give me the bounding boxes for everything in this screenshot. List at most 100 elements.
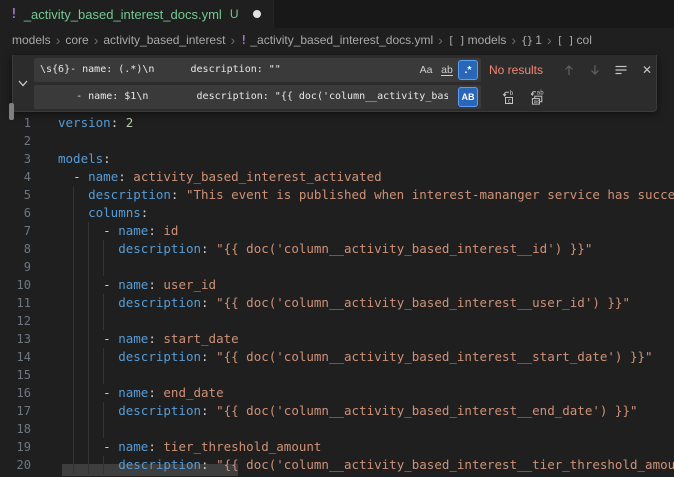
close-find-widget-button[interactable]: ✕ <box>635 58 659 82</box>
indent-guide <box>73 420 74 438</box>
line-number: 9 <box>0 258 31 276</box>
indent-guide <box>103 240 104 258</box>
breadcrumb-item-models[interactable]: [ ]models <box>448 33 507 47</box>
code-line-4[interactable]: - name: activity_based_interest_activate… <box>58 168 674 186</box>
code-line-14[interactable]: description: "{{ doc('column__activity_b… <box>58 348 674 366</box>
line-number: 4 <box>0 168 31 186</box>
chevron-down-icon <box>17 77 29 89</box>
line-number: 8 <box>0 240 31 258</box>
line-number: 18 <box>0 420 31 438</box>
code-line-7[interactable]: - name: id <box>58 222 674 240</box>
previous-match-button[interactable] <box>557 58 581 82</box>
code-line-8[interactable]: description: "{{ doc('column__activity_b… <box>58 240 674 258</box>
breadcrumb-item-col[interactable]: [ ]col <box>557 33 592 47</box>
code-line-2[interactable] <box>58 132 674 150</box>
svg-text:c: c <box>508 98 512 105</box>
token-punc: : <box>201 403 209 418</box>
token-key: name <box>118 439 148 454</box>
indent-guide <box>103 294 104 312</box>
token-str: activity_based_interest_activated <box>133 169 381 184</box>
indent-guide <box>103 258 104 276</box>
preserve-case-toggle[interactable]: AB <box>458 87 478 107</box>
code-line-6[interactable]: columns: <box>58 204 674 222</box>
find-widget-sash[interactable] <box>9 103 14 120</box>
code-line-15[interactable] <box>58 366 674 384</box>
indent-guide <box>88 420 89 438</box>
token-punc: : <box>148 331 156 346</box>
token-str: end_date <box>163 385 223 400</box>
breadcrumb-separator-icon: › <box>230 33 235 47</box>
breadcrumb-item-_activity_based_interest_docs.yml[interactable]: !_activity_based_interest_docs.yml <box>240 33 433 47</box>
find-input[interactable]: \s{6}- name: (.*)\n description: "" Aa a… <box>34 58 481 82</box>
match-case-toggle[interactable]: Aa <box>416 60 436 80</box>
indent-guide <box>73 456 74 474</box>
code-line-9[interactable] <box>58 258 674 276</box>
token-key: description <box>118 241 201 256</box>
code-line-1[interactable]: version: 2 <box>58 114 674 132</box>
code-line-20[interactable]: description: "{{ doc('column__activity_b… <box>58 456 674 474</box>
yaml-file-icon: ! <box>240 33 247 47</box>
line-number: 14 <box>0 348 31 366</box>
indent-guide <box>88 384 89 402</box>
unsaved-changes-dot[interactable] <box>253 10 261 18</box>
token-ws <box>209 403 217 418</box>
code-line-13[interactable]: - name: start_date <box>58 330 674 348</box>
token-punc: : <box>148 439 156 454</box>
indent-guide <box>103 420 104 438</box>
breadcrumb-separator-icon: › <box>511 33 516 47</box>
replace-icon: b c <box>501 89 517 105</box>
code-line-19[interactable]: - name: tier_threshold_amount <box>58 438 674 456</box>
code-line-12[interactable] <box>58 312 674 330</box>
tab-active-file[interactable]: ! _activity_based_interest_docs.yml U <box>0 0 274 28</box>
whole-word-toggle[interactable]: ab <box>437 60 457 80</box>
code-editor[interactable]: 1version: 223models:4 - name: activity_b… <box>0 52 674 477</box>
line-number: 17 <box>0 402 31 420</box>
code-line-5[interactable]: description: "This event is published wh… <box>58 186 674 204</box>
token-key: columns <box>88 205 141 220</box>
code-line-16[interactable]: - name: end_date <box>58 384 674 402</box>
code-line-11[interactable]: description: "{{ doc('column__activity_b… <box>58 294 674 312</box>
token-punc: : <box>148 223 156 238</box>
token-ws <box>58 385 103 400</box>
replace-all-button[interactable]: ab ac <box>525 85 549 109</box>
line-number: 19 <box>0 438 31 456</box>
breadcrumb-separator-icon: › <box>56 33 61 47</box>
breadcrumb-label: col <box>577 33 592 47</box>
regex-toggle[interactable]: .* <box>458 60 478 80</box>
token-punc: : <box>148 277 156 292</box>
token-key: description <box>118 349 201 364</box>
indent-guide <box>73 384 74 402</box>
find-in-selection-button[interactable] <box>609 58 633 82</box>
indent-guide <box>88 348 89 366</box>
indent-guide <box>88 438 89 456</box>
find-results-count: No results <box>489 58 543 82</box>
token-punc: - <box>103 331 118 346</box>
replace-button[interactable]: b c <box>497 85 521 109</box>
tab-filename: _activity_based_interest_docs.yml <box>24 7 222 22</box>
indent-guide <box>88 402 89 420</box>
svg-text:ab: ab <box>537 90 545 97</box>
token-key: name <box>88 169 118 184</box>
code-line-17[interactable]: description: "{{ doc('column__activity_b… <box>58 402 674 420</box>
indent-guide <box>73 240 74 258</box>
indent-guide <box>88 294 89 312</box>
token-key: models <box>58 151 103 166</box>
token-num: 2 <box>126 115 134 130</box>
token-ws <box>58 277 103 292</box>
breadcrumb-item-models[interactable]: models <box>12 33 51 47</box>
breadcrumb-item-1[interactable]: {}1 <box>521 33 542 47</box>
line-number: 13 <box>0 330 31 348</box>
replace-input[interactable]: - name: $1\n description: "{{ doc('colum… <box>34 85 481 109</box>
code-line-10[interactable]: - name: user_id <box>58 276 674 294</box>
next-match-button[interactable] <box>583 58 607 82</box>
code-line-3[interactable]: models: <box>58 150 674 168</box>
find-in-selection-icon <box>614 63 628 77</box>
toggle-replace-chevron[interactable] <box>13 55 33 110</box>
indent-guide <box>88 312 89 330</box>
indent-guide <box>88 258 89 276</box>
breadcrumb-item-activity_based_interest[interactable]: activity_based_interest <box>103 33 225 47</box>
token-key: name <box>118 277 148 292</box>
breadcrumb-item-core[interactable]: core <box>65 33 88 47</box>
token-str: "{{ doc('column__activity_based_interest… <box>216 295 630 310</box>
code-line-18[interactable] <box>58 420 674 438</box>
